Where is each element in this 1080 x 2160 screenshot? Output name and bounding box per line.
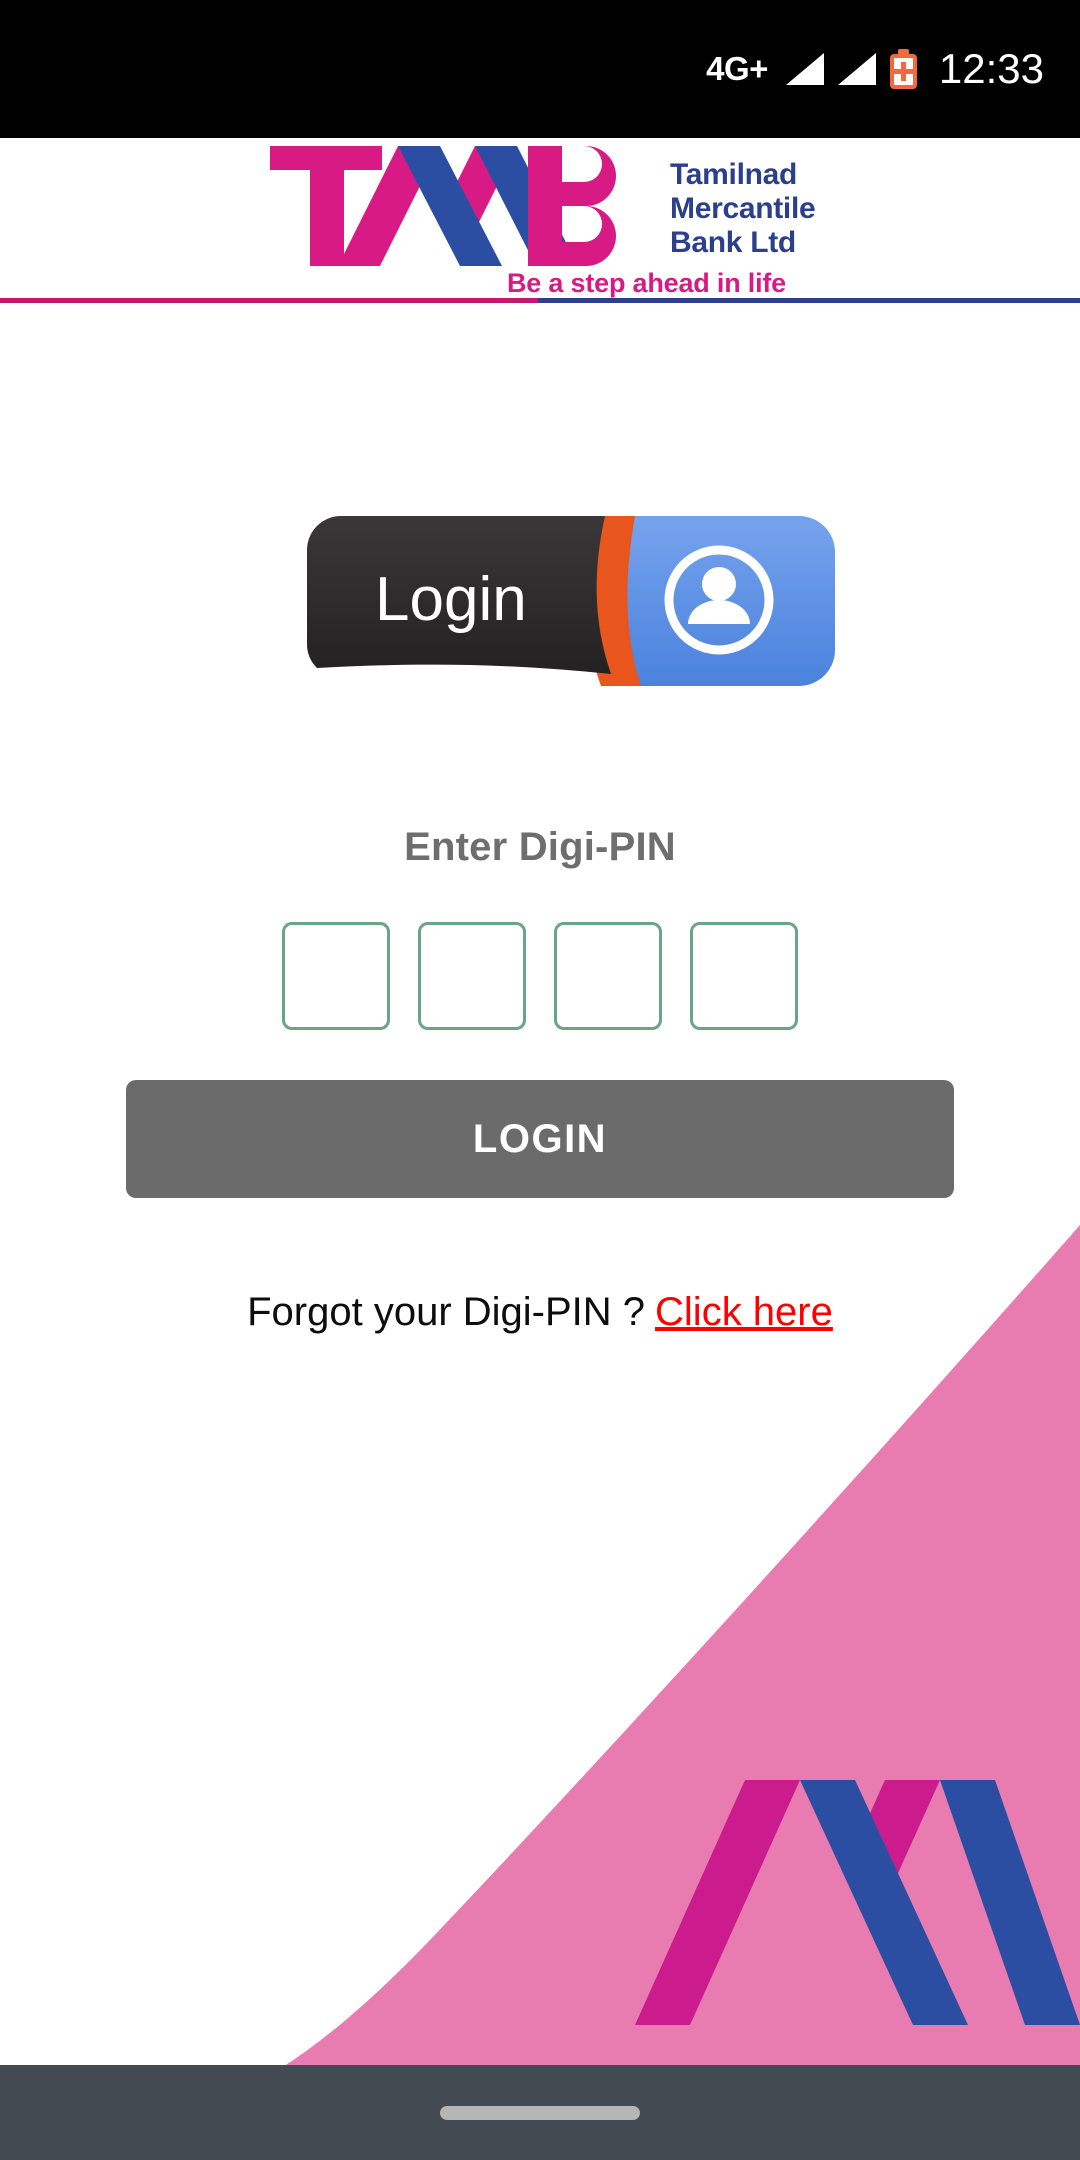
pin-digit-2[interactable] bbox=[418, 922, 526, 1030]
header-divider bbox=[0, 298, 1080, 303]
login-screen: 4G+ 12:33 Tamilnad Mercantile Bank Ltd B… bbox=[0, 0, 1080, 2160]
forgot-pin-link[interactable]: Click here bbox=[655, 1290, 833, 1334]
divider-right-segment bbox=[538, 298, 1080, 303]
tmb-monogram-icon bbox=[635, 1780, 1080, 2025]
forgot-pin-question: Forgot your Digi-PIN ? bbox=[247, 1290, 646, 1334]
divider-left-segment bbox=[0, 298, 538, 303]
tagline: Be a step ahead in life bbox=[507, 268, 786, 298]
pin-digit-1[interactable] bbox=[282, 922, 390, 1030]
forgot-pin-row: Forgot your Digi-PIN ? Click here bbox=[0, 1290, 1080, 1335]
pin-digit-4[interactable] bbox=[690, 922, 798, 1030]
login-banner-graphic: Login bbox=[307, 516, 835, 686]
pin-label: Enter Digi-PIN bbox=[404, 825, 676, 869]
tmb-logo: Tamilnad Mercantile Bank Ltd bbox=[270, 146, 816, 266]
login-banner-image: Login bbox=[305, 512, 835, 690]
status-bar: 4G+ 12:33 bbox=[0, 0, 1080, 138]
signal-bars-icon-sim1 bbox=[785, 53, 824, 85]
pin-digit-3[interactable] bbox=[554, 922, 662, 1030]
network-type-label: 4G+ bbox=[706, 50, 768, 87]
gesture-pill-handle[interactable] bbox=[440, 2105, 640, 2120]
signal-bars-icon-sim2 bbox=[837, 53, 876, 85]
bank-name-line-3: Bank Ltd bbox=[670, 226, 796, 259]
bank-name: Tamilnad Mercantile Bank Ltd bbox=[670, 146, 816, 260]
clock-label: 12:33 bbox=[938, 45, 1044, 92]
pin-input-row bbox=[0, 922, 1080, 1030]
system-navigation-bar bbox=[0, 2065, 1080, 2160]
bank-name-line-2: Mercantile bbox=[670, 192, 816, 225]
login-button[interactable]: LOGIN bbox=[126, 1080, 954, 1198]
login-banner-label: Login bbox=[375, 565, 527, 634]
tmb-logomark-icon bbox=[270, 146, 616, 266]
battery-saver-icon bbox=[889, 49, 917, 89]
bank-name-line-1: Tamilnad bbox=[670, 158, 798, 191]
